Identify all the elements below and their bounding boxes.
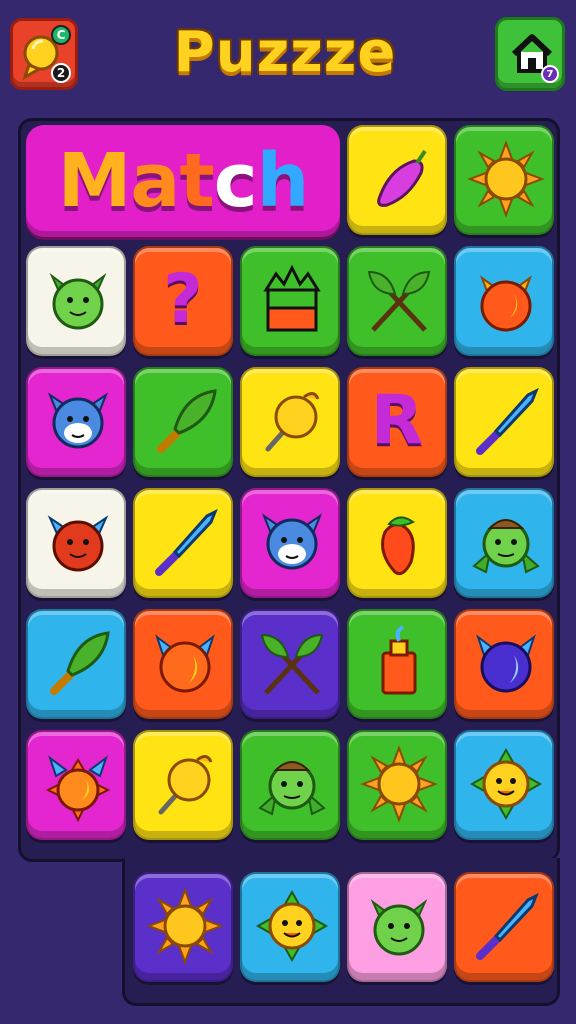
match-letter: a — [130, 138, 180, 224]
game-tile[interactable] — [454, 609, 554, 719]
game-tile[interactable] — [347, 730, 447, 840]
letter-r-icon: R — [370, 381, 424, 460]
game-tile[interactable] — [26, 488, 126, 598]
orange-orb-creature-icon — [155, 634, 215, 693]
game-tile[interactable] — [454, 246, 554, 356]
green-creature-icon — [370, 898, 428, 956]
game-tile[interactable] — [240, 609, 340, 719]
fruit-wand-icon — [158, 755, 213, 815]
orange-creature-icon — [479, 275, 533, 332]
pepper-icon — [377, 149, 427, 207]
match-letter: h — [256, 138, 310, 224]
crown-pot-icon — [263, 264, 321, 332]
game-tile[interactable] — [240, 730, 340, 840]
potion-bottle-icon — [381, 625, 417, 695]
game-tile[interactable] — [26, 367, 126, 477]
sun-icon — [467, 140, 545, 218]
game-tile[interactable] — [26, 246, 126, 356]
game-tile[interactable] — [347, 609, 447, 719]
blue-creature-icon — [47, 392, 109, 449]
game-tile[interactable] — [347, 125, 447, 235]
green-goblin-icon — [472, 519, 540, 574]
sun-icon — [360, 745, 438, 823]
strawberry-icon — [381, 516, 415, 576]
game-tile[interactable] — [347, 488, 447, 598]
hint-badge-top: C — [51, 25, 71, 45]
home-badge: 7 — [541, 65, 559, 83]
blue-creature-icon — [261, 513, 323, 570]
sun-creature-icon — [45, 755, 111, 823]
home-button[interactable]: 7 — [495, 17, 565, 91]
crystal-sword-icon — [476, 892, 539, 960]
game-tile[interactable] — [26, 730, 126, 840]
question-mark-icon: ? — [163, 260, 203, 339]
leaf-sword-icon — [157, 389, 217, 453]
hint-count-badge: 2 — [51, 63, 71, 83]
game-tile[interactable] — [133, 609, 233, 719]
game-tile[interactable] — [133, 872, 233, 982]
game-tile[interactable] — [454, 367, 554, 477]
game-tile[interactable] — [240, 246, 340, 356]
game-tile[interactable] — [133, 730, 233, 840]
match-title: Match — [57, 138, 310, 224]
sun-icon — [146, 887, 224, 965]
match-letter: t — [179, 138, 214, 224]
game-tile[interactable] — [133, 488, 233, 598]
fruit-wand-icon — [265, 392, 320, 452]
game-title: Puzzze — [173, 20, 397, 85]
crystal-sword-icon — [476, 387, 539, 455]
crossed-leaves-icon — [367, 270, 431, 332]
game-tile[interactable] — [347, 872, 447, 982]
game-tile[interactable]: R — [347, 367, 447, 477]
game-tile[interactable]: ? — [133, 246, 233, 356]
red-creature-icon — [47, 515, 109, 572]
game-tile[interactable] — [454, 730, 554, 840]
game-tile[interactable] — [133, 367, 233, 477]
hint-button[interactable]: C 2 — [10, 18, 78, 90]
game-tile[interactable] — [240, 488, 340, 598]
sunflower-face-icon — [255, 889, 329, 963]
top-bar: C 2 Puzzze 7 — [0, 0, 576, 110]
purple-orb-creature-icon — [476, 634, 536, 693]
game-tile[interactable] — [454, 125, 554, 235]
match-letter: c — [213, 138, 258, 224]
match-banner: Match — [26, 125, 340, 237]
green-goblin-icon — [258, 761, 326, 816]
crossed-leaves-icon — [260, 633, 324, 695]
game-tile[interactable] — [26, 609, 126, 719]
crystal-sword-icon — [155, 508, 218, 576]
game-tile[interactable] — [240, 872, 340, 982]
game-tile[interactable] — [347, 246, 447, 356]
game-tile[interactable] — [454, 488, 554, 598]
game-tile[interactable] — [454, 872, 554, 982]
game-tile[interactable] — [240, 367, 340, 477]
match-letter: M — [57, 138, 132, 224]
sunflower-face-icon — [469, 747, 543, 821]
green-creature-icon — [49, 272, 107, 330]
leaf-sword-icon — [50, 631, 110, 695]
